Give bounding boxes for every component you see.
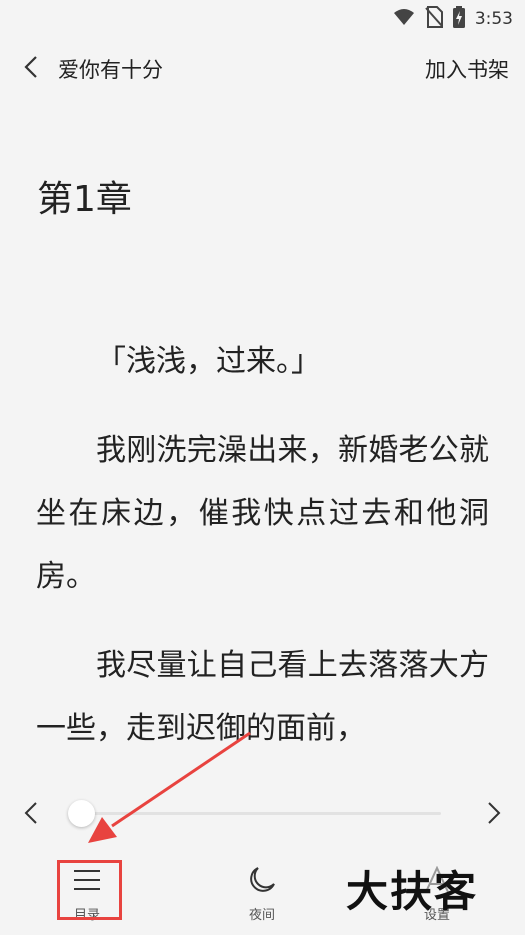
- watermark-text: 大扶客: [346, 867, 479, 916]
- annotation-arrow-icon: [88, 731, 251, 843]
